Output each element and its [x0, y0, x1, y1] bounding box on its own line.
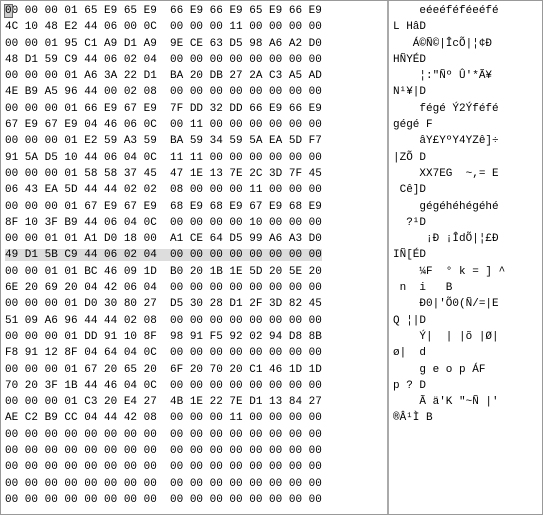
- hex-row[interactable]: 00 00 00 00 00 00 00 00 00 00 00 00 00 0…: [5, 459, 383, 475]
- ascii-row[interactable]: eéeéféféeéfé: [393, 3, 538, 19]
- hex-row[interactable]: 8F 10 3F B9 44 06 04 0C 00 00 00 00 10 0…: [5, 215, 383, 231]
- hex-row[interactable]: 51 09 A6 96 44 44 02 08 00 00 00 00 00 0…: [5, 313, 383, 329]
- hex-row[interactable]: 00 00 01 95 C1 A9 D1 A9 9E CE 63 D5 98 A…: [5, 36, 383, 52]
- ascii-row[interactable]: n i B: [393, 280, 538, 296]
- ascii-row[interactable]: [393, 443, 538, 459]
- ascii-row[interactable]: [393, 476, 538, 492]
- ascii-row[interactable]: N¹¥|D: [393, 84, 538, 100]
- hex-row[interactable]: 4E B9 A5 96 44 00 02 08 00 00 00 00 00 0…: [5, 84, 383, 100]
- hex-bytes-column[interactable]: 00 00 00 01 65 E9 65 E9 66 E9 66 E9 65 E…: [1, 1, 389, 514]
- ascii-row[interactable]: âY£YºY4YZê]÷: [393, 133, 538, 149]
- hex-row[interactable]: 00 00 00 00 00 00 00 00 00 00 00 00 00 0…: [5, 427, 383, 443]
- hex-row[interactable]: 00 00 00 01 D0 30 80 27 D5 30 28 D1 2F 3…: [5, 296, 383, 312]
- ascii-row[interactable]: [393, 459, 538, 475]
- ascii-row[interactable]: gégéhéhégéhé: [393, 199, 538, 215]
- hex-row[interactable]: 48 D1 59 C9 44 06 02 04 00 00 00 00 00 0…: [5, 52, 383, 68]
- ascii-row[interactable]: XX7EG ~,= E: [393, 166, 538, 182]
- hex-row[interactable]: 06 43 EA 5D 44 44 02 02 08 00 00 00 11 0…: [5, 182, 383, 198]
- ascii-row[interactable]: ¡Ð ¡ÎdÕ|¦£Ð: [393, 231, 538, 247]
- ascii-row[interactable]: HÑYÉD: [393, 52, 538, 68]
- ascii-row[interactable]: ø| d: [393, 345, 538, 361]
- hex-row[interactable]: AE C2 B9 CC 04 44 42 08 00 00 00 11 00 0…: [5, 410, 383, 426]
- hex-row[interactable]: 00 00 00 01 A6 3A 22 D1 BA 20 DB 27 2A C…: [5, 68, 383, 84]
- hex-row[interactable]: 49 D1 5B C9 44 06 02 04 00 00 00 00 00 0…: [5, 247, 383, 263]
- ascii-row[interactable]: IÑ[ÉD: [393, 247, 538, 263]
- hex-row[interactable]: 00 00 00 00 00 00 00 00 00 00 00 00 00 0…: [5, 492, 383, 508]
- ascii-row[interactable]: [393, 492, 538, 508]
- hex-row[interactable]: 00 00 00 01 58 58 37 45 47 1E 13 7E 2C 3…: [5, 166, 383, 182]
- ascii-row[interactable]: |ZÕ D: [393, 150, 538, 166]
- ascii-row[interactable]: Cê]D: [393, 182, 538, 198]
- ascii-row[interactable]: Ý| | |õ |Ø|: [393, 329, 538, 345]
- hex-row[interactable]: 00 00 00 01 C3 20 E4 27 4B 1E 22 7E D1 1…: [5, 394, 383, 410]
- hex-row[interactable]: 00 00 01 01 A1 D0 18 00 A1 CE 64 D5 99 A…: [5, 231, 383, 247]
- hex-row[interactable]: 00 00 00 01 67 E9 67 E9 68 E9 68 E9 67 E…: [5, 199, 383, 215]
- hex-row[interactable]: 00 00 00 00 00 00 00 00 00 00 00 00 00 0…: [5, 443, 383, 459]
- hex-row[interactable]: 00 00 00 01 65 E9 65 E9 66 E9 66 E9 65 E…: [5, 3, 383, 19]
- hex-row[interactable]: 00 00 00 01 66 E9 67 E9 7F DD 32 DD 66 E…: [5, 101, 383, 117]
- ascii-row[interactable]: Ã ä'K "~Ñ |': [393, 394, 538, 410]
- hex-row[interactable]: 6E 20 69 20 04 42 06 04 00 00 00 00 00 0…: [5, 280, 383, 296]
- hex-viewer: 00 00 00 01 65 E9 65 E9 66 E9 66 E9 65 E…: [0, 0, 543, 515]
- ascii-row[interactable]: [393, 427, 538, 443]
- hex-row[interactable]: 00 00 00 00 00 00 00 00 00 00 00 00 00 0…: [5, 476, 383, 492]
- ascii-row[interactable]: gégé F: [393, 117, 538, 133]
- ascii-row[interactable]: L HâD: [393, 19, 538, 35]
- hex-row-selected[interactable]: 49 D1 5B C9 44 06 02 04 00 00 00 00 00 0…: [5, 249, 322, 261]
- ascii-row[interactable]: Ð0|'Õ0(Ñ/=|E: [393, 296, 538, 312]
- hex-row[interactable]: 00 00 00 01 67 20 65 20 6F 20 70 20 C1 4…: [5, 362, 383, 378]
- hex-row[interactable]: 4C 10 48 E2 44 06 00 0C 00 00 00 11 00 0…: [5, 19, 383, 35]
- ascii-row[interactable]: p ? D: [393, 378, 538, 394]
- hex-row[interactable]: 70 20 3F 1B 44 46 04 0C 00 00 00 00 00 0…: [5, 378, 383, 394]
- ascii-row[interactable]: ?¹D: [393, 215, 538, 231]
- hex-row[interactable]: 91 5A D5 10 44 06 04 0C 11 11 00 00 00 0…: [5, 150, 383, 166]
- hex-row[interactable]: F8 91 12 8F 04 64 04 0C 00 00 00 00 00 0…: [5, 345, 383, 361]
- ascii-row[interactable]: ®Â¹Ì B: [393, 410, 538, 426]
- ascii-row[interactable]: ¦:"Ñº Û'*Ã¥­: [393, 68, 538, 84]
- hex-cursor[interactable]: 0: [5, 5, 12, 17]
- hex-row[interactable]: 67 E9 67 E9 04 46 06 0C 00 11 00 00 00 0…: [5, 117, 383, 133]
- hex-row[interactable]: 00 00 01 01 BC 46 09 1D B0 20 1B 1E 5D 2…: [5, 264, 383, 280]
- hex-row[interactable]: 00 00 00 01 DD 91 10 8F 98 91 F5 92 02 9…: [5, 329, 383, 345]
- ascii-row[interactable]: Q ¦|D: [393, 313, 538, 329]
- ascii-row[interactable]: g e o p ÁF: [393, 362, 538, 378]
- hex-row[interactable]: 00 00 00 01 E2 59 A3 59 BA 59 34 59 5A E…: [5, 133, 383, 149]
- ascii-row[interactable]: ¼F ° k = ] ^: [393, 264, 538, 280]
- ascii-row[interactable]: fégé Ý2Ýféfé: [393, 101, 538, 117]
- ascii-row[interactable]: Á©Ñ©|ÎcÕ|¦¢Ð: [393, 36, 538, 52]
- ascii-column[interactable]: eéeéféféeéféL HâD Á©Ñ©|ÎcÕ|¦¢ÐHÑYÉD ¦:"Ñ…: [389, 1, 542, 514]
